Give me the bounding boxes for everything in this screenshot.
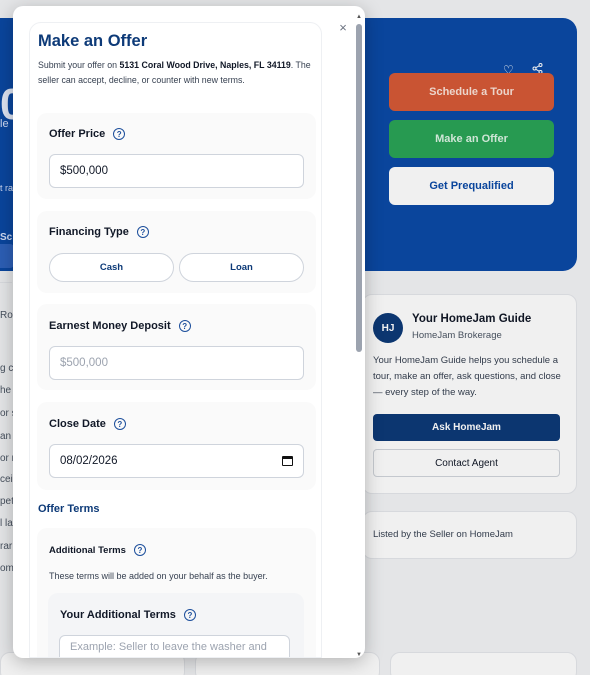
additional-terms-description: These terms will be added on your behalf… bbox=[49, 571, 268, 581]
offer-form: Make an Offer Submit your offer on 5131 … bbox=[29, 22, 322, 658]
scroll-up-arrow-icon[interactable]: ▲ bbox=[356, 14, 362, 20]
offer-terms-heading: Offer Terms bbox=[38, 503, 100, 515]
calendar-icon[interactable] bbox=[282, 456, 293, 466]
additional-terms-label: Additional Terms ? bbox=[49, 544, 146, 556]
help-icon[interactable]: ? bbox=[183, 609, 196, 621]
modal-title: Make an Offer bbox=[38, 32, 148, 50]
financing-cash-option[interactable]: Cash bbox=[49, 253, 174, 282]
help-icon[interactable]: ? bbox=[133, 544, 146, 556]
label-text: Additional Terms bbox=[49, 544, 126, 556]
description-prefix: Submit your offer on bbox=[38, 60, 120, 70]
modal-description: Submit your offer on 5131 Coral Wood Dri… bbox=[38, 58, 318, 88]
help-icon[interactable]: ? bbox=[113, 418, 126, 430]
scrollbar[interactable]: ▲ ▼ bbox=[354, 14, 364, 658]
offer-price-label: Offer Price ? bbox=[49, 128, 126, 140]
your-additional-terms-box: Your Additional Terms ? Example: Seller … bbox=[48, 593, 304, 657]
financing-type-section: Financing Type ? Cash Loan bbox=[37, 211, 316, 293]
close-date-label: Close Date ? bbox=[49, 418, 126, 430]
label-text: Your Additional Terms bbox=[60, 609, 176, 621]
earnest-money-input[interactable]: $500,000 bbox=[49, 346, 304, 380]
your-additional-terms-label: Your Additional Terms ? bbox=[60, 609, 196, 621]
scrollbar-thumb[interactable] bbox=[356, 24, 362, 352]
close-date-section: Close Date ? 08/02/2026 bbox=[37, 402, 316, 490]
help-icon[interactable]: ? bbox=[136, 226, 149, 238]
earnest-money-label: Earnest Money Deposit ? bbox=[49, 320, 191, 332]
offer-price-input[interactable]: $500,000 bbox=[49, 154, 304, 188]
close-icon[interactable]: × bbox=[336, 21, 350, 35]
label-text: Earnest Money Deposit bbox=[49, 320, 171, 332]
property-address: 5131 Coral Wood Drive, Naples, FL 34119 bbox=[119, 60, 291, 70]
help-icon[interactable]: ? bbox=[178, 320, 191, 332]
label-text: Financing Type bbox=[49, 226, 129, 238]
make-offer-modal: × ▲ ▼ Make an Offer Submit your offer on… bbox=[13, 6, 365, 658]
earnest-money-section: Earnest Money Deposit ? $500,000 bbox=[37, 304, 316, 390]
additional-terms-textarea[interactable]: Example: Seller to leave the washer and … bbox=[59, 635, 290, 657]
label-text: Offer Price bbox=[49, 128, 106, 140]
financing-type-label: Financing Type ? bbox=[49, 226, 149, 238]
scroll-down-arrow-icon[interactable]: ▼ bbox=[356, 652, 362, 658]
close-date-value: 08/02/2026 bbox=[60, 455, 118, 467]
offer-price-section: Offer Price ? $500,000 bbox=[37, 113, 316, 199]
financing-loan-option[interactable]: Loan bbox=[179, 253, 304, 282]
help-icon[interactable]: ? bbox=[113, 128, 126, 140]
additional-terms-section: Additional Terms ? These terms will be a… bbox=[37, 528, 316, 657]
close-date-input[interactable]: 08/02/2026 bbox=[49, 444, 304, 478]
label-text: Close Date bbox=[49, 418, 106, 430]
